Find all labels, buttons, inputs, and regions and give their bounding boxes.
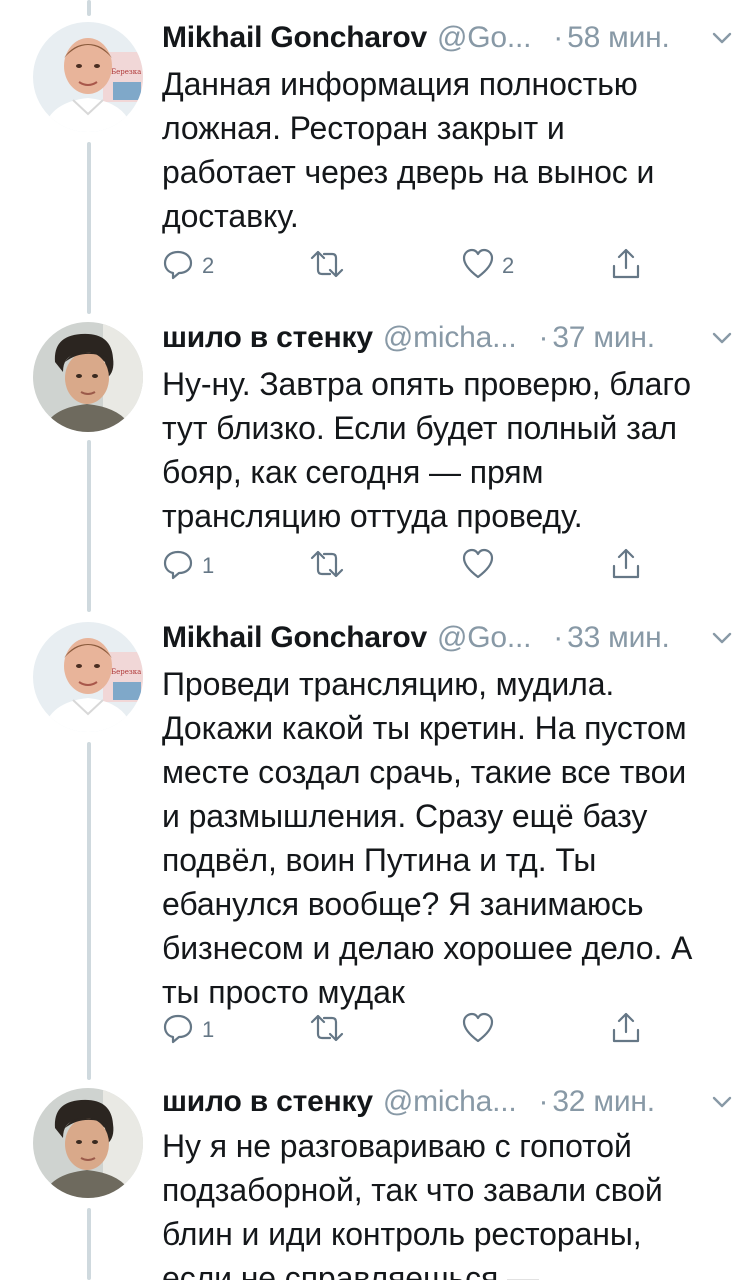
display-name[interactable]: шило в стенку [162,1085,373,1119]
tweet-header: Mikhail Goncharov @Go... · 58 мин. [162,18,736,58]
tweet[interactable]: шило в стенку @micha... · 37 мин. Ну-ну.… [0,300,756,600]
reply-count: 2 [202,253,215,278]
like-button[interactable]: 2 [460,244,514,284]
reply-button[interactable]: 2 [160,244,214,284]
tweet-text: Проведи трансляцию, мудила. Докажи какой… [162,666,693,1010]
retweet-button[interactable] [308,244,352,284]
like-button[interactable] [460,544,502,584]
chevron-down-icon[interactable] [708,324,736,352]
display-name[interactable]: Mikhail Goncharov [162,21,427,55]
like-count: 2 [502,253,515,278]
conversation-thread: Березка Mikhail Goncharov @Go... · 58 ми… [0,0,756,1280]
username[interactable]: @micha... [383,1085,517,1119]
reply-icon [160,1010,196,1046]
tweet-header: Mikhail Goncharov @Go... · 33 мин. [162,618,736,658]
tweet-header: шило в стенку @micha... · 32 мин. [162,1082,736,1122]
svg-text:Березка: Березка [111,68,141,76]
retweet-icon [308,246,346,282]
display-name[interactable]: Mikhail Goncharov [162,621,427,655]
chevron-down-icon[interactable] [708,624,736,652]
tweet-text: Данная информация полностью ложная. Рест… [162,66,655,234]
avatar-mikhail[interactable]: Березка [33,622,143,732]
heart-icon [460,1010,496,1046]
share-button[interactable] [608,1008,644,1048]
tweet-actions: 2 2 [160,244,660,284]
separator-dot: · [538,321,549,354]
reply-button[interactable]: 1 [160,1008,214,1048]
separator-dot: · [553,21,564,54]
retweet-icon [308,1010,346,1046]
heart-icon [460,546,496,582]
share-icon [608,1010,644,1046]
heart-icon [460,246,496,282]
reply-count: 1 [202,1017,215,1042]
avatar-shilo[interactable] [33,322,143,432]
chevron-down-icon[interactable] [708,24,736,52]
timestamp[interactable]: 33 мин. [567,621,670,655]
svg-text:Березка: Березка [111,668,141,676]
tweet-text: Ну-ну. Завтра опять проверю, благо тут б… [162,366,691,534]
avatar-mikhail[interactable]: Березка [33,22,143,132]
display-name[interactable]: шило в стенку [162,321,373,355]
retweet-button[interactable] [308,544,352,584]
avatar-shilo[interactable] [33,1088,143,1198]
tweet[interactable]: Березка Mikhail Goncharov @Go... · 58 ми… [0,0,756,300]
tweet-actions: 1 [160,1008,660,1048]
reply-button[interactable]: 1 [160,544,214,584]
chevron-down-icon[interactable] [708,1088,736,1116]
separator-dot: · [553,621,564,654]
share-icon [608,246,644,282]
share-button[interactable] [608,244,644,284]
reply-icon [160,546,196,582]
username[interactable]: @micha... [383,321,517,355]
username[interactable]: @Go... [437,21,531,55]
timestamp[interactable]: 58 мин. [567,21,670,55]
tweet[interactable]: шило в стенку @micha... · 32 мин. Ну я н… [0,1070,756,1280]
like-button[interactable] [460,1008,502,1048]
reply-icon [160,246,196,282]
tweet-text: Ну я не разговариваю с гопотой подзаборн… [162,1128,663,1280]
timestamp[interactable]: 32 мин. [552,1085,655,1119]
retweet-button[interactable] [308,1008,352,1048]
separator-dot: · [538,1085,549,1118]
username[interactable]: @Go... [437,621,531,655]
reply-count: 1 [202,553,215,578]
share-icon [608,546,644,582]
timestamp[interactable]: 37 мин. [552,321,655,355]
tweet-header: шило в стенку @micha... · 37 мин. [162,318,736,358]
retweet-icon [308,546,346,582]
tweet[interactable]: Березка Mikhail Goncharov @Go... · 33 ми… [0,600,756,1070]
share-button[interactable] [608,544,644,584]
tweet-actions: 1 [160,544,660,584]
